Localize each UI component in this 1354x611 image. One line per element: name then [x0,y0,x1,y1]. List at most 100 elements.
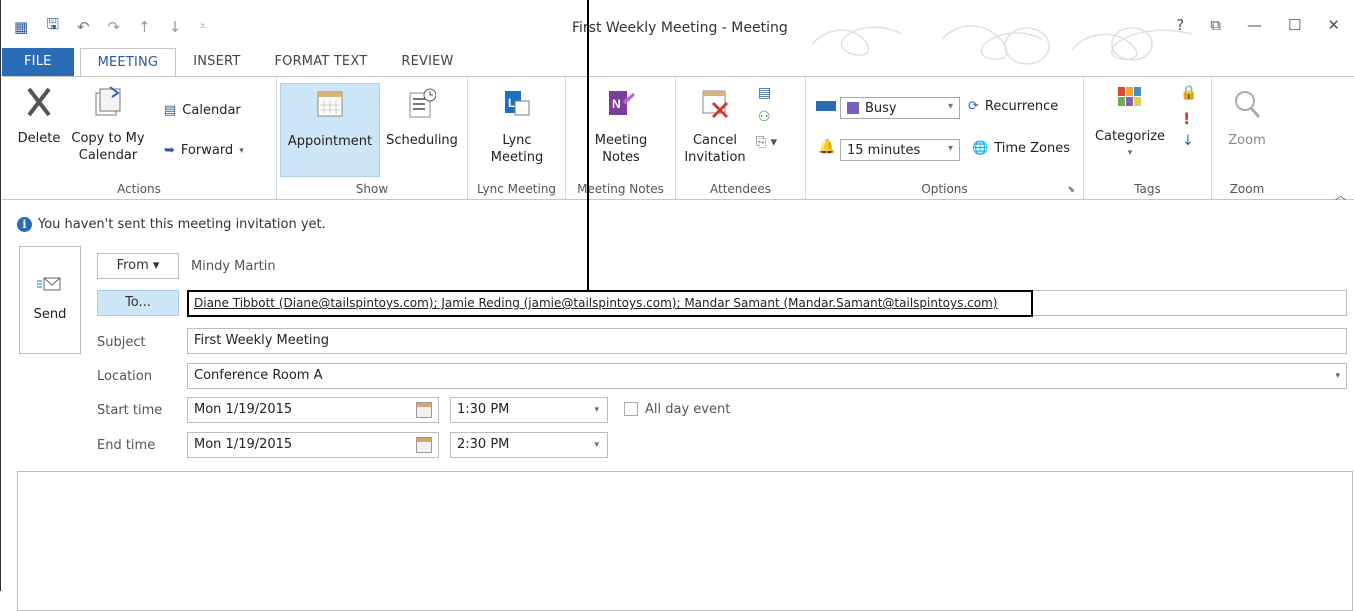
check-names-icon[interactable]: ⚇ [758,109,771,125]
low-importance-icon[interactable]: ↓ [1182,133,1194,149]
group-label-options: Options [921,182,968,196]
zoom-button[interactable]: Zoom [1218,87,1276,149]
delete-button[interactable]: Delete [14,85,64,147]
categorize-button[interactable]: Categorize ▾ [1090,83,1170,162]
info-icon: i [17,217,32,232]
info-bar: i You haven't sent this meeting invitati… [17,217,326,232]
subject-label: Subject [97,335,146,350]
group-label-notes: Meeting Notes [577,182,664,196]
group-label-lync: Lync Meeting [476,182,557,196]
tab-meeting[interactable]: MEETING [79,48,177,76]
undo-icon[interactable]: ↶ [77,18,90,36]
copy-to-calendar-button[interactable]: Copy to My Calendar [60,85,156,164]
response-options-icon[interactable]: ⎘ ▾ [756,135,777,150]
appointment-icon [317,91,343,117]
address-book-icon[interactable]: ▤ [758,85,771,101]
chevron-down-icon: ▾ [947,143,953,154]
delete-icon [27,87,51,117]
to-button[interactable]: To... [97,290,179,316]
save-icon[interactable]: 🖫 [46,14,59,39]
forward-button[interactable]: ➥ Forward ▾ [164,143,244,158]
ribbon-tabs: FILE MEETING INSERT FORMAT TEXT REVIEW [2,48,1354,76]
reminder-bell-icon: 🔔 [818,139,836,155]
tab-review[interactable]: REVIEW [384,48,470,76]
maximize-icon[interactable]: ☐ [1288,16,1301,34]
end-date-field[interactable]: Mon 1/19/2015 [187,432,439,458]
calendar-small-icon: ▤ [164,103,177,118]
close-icon[interactable]: ✕ [1327,16,1340,34]
high-importance-icon[interactable]: ! [1183,109,1190,128]
private-lock-icon[interactable]: 🔒 [1180,85,1197,101]
chevron-down-icon: ▾ [239,145,244,156]
group-show: Appointment Scheduling Show [277,77,468,199]
calendar-picker-icon[interactable] [416,437,432,453]
forward-icon: ➥ [164,143,175,158]
meeting-window: ▦ 🖫 ↶ ↷ ↑ ↓ ⩡ First Weekly Meeting - Mee… [0,0,1354,611]
show-as-icon [816,101,836,111]
group-tags: Categorize ▾ 🔒 ! ↓ Tags [1084,77,1212,199]
group-actions: Delete Copy to My Calendar ▤ Calendar ➥ … [2,77,277,199]
send-envelope-icon [37,277,61,291]
group-options: Busy ▾ 🔔 15 minutes ▾ ⟳ Recurrence 🌐 Tim… [806,77,1084,199]
highlight-box [187,290,1033,317]
copy-to-calendar-icon [95,86,121,116]
chevron-down-icon: ▾ [1127,148,1133,158]
reminder-dropdown[interactable]: 15 minutes ▾ [840,139,960,161]
meeting-notes-button[interactable]: N Meeting Notes [586,87,656,166]
magnifier-icon [1235,91,1261,118]
onenote-icon: N [609,91,635,115]
ribbon-display-icon[interactable]: ⧉ [1210,16,1221,34]
svg-text:L: L [508,96,515,110]
end-time-field[interactable]: 2:30 PM ▾ [450,432,608,458]
send-button[interactable]: Send [19,246,81,354]
from-button[interactable]: From ▾ [97,253,179,279]
info-text: You haven't sent this meeting invitation… [38,217,326,232]
all-day-label: All day event [645,402,731,417]
dialog-launcher-icon[interactable]: ⬊ [1067,185,1075,195]
group-label-actions: Actions [117,182,161,196]
minimize-icon[interactable]: — [1247,16,1262,34]
tab-file[interactable]: FILE [2,48,74,76]
window-controls: ? ⧉ — ☐ ✕ [1176,16,1340,34]
chevron-down-icon[interactable]: ▾ [594,398,599,422]
lync-icon: L [505,91,530,116]
message-body[interactable] [17,471,1353,611]
location-field[interactable]: Conference Room A ▾ [187,363,1347,389]
cancel-invitation-button[interactable]: Cancel Invitation [680,87,750,166]
group-meeting-notes: N Meeting Notes Meeting Notes [566,77,676,199]
busy-color-swatch [847,102,859,114]
group-label-tags: Tags [1134,182,1161,196]
calendar-button[interactable]: ▤ Calendar [164,103,241,118]
recurrence-icon: ⟳ [968,99,979,114]
location-label: Location [97,369,152,384]
show-as-dropdown[interactable]: Busy ▾ [840,97,960,119]
globe-icon: 🌐 [972,141,989,156]
lync-meeting-button[interactable]: L Lync Meeting [482,87,552,166]
previous-item-icon[interactable]: ↑ [138,18,151,36]
tab-insert[interactable]: INSERT [176,48,257,76]
time-zones-button[interactable]: 🌐 Time Zones [972,141,1070,156]
chevron-down-icon[interactable]: ▾ [594,433,599,457]
scheduling-icon [409,88,437,118]
help-icon[interactable]: ? [1176,16,1184,34]
customize-qat-icon[interactable]: ⩡ [199,19,206,34]
collapse-ribbon-icon[interactable]: ︿ [1335,187,1346,203]
group-attendees: Cancel Invitation ▤ ⚇ ⎘ ▾ Attendees [676,77,806,199]
chevron-down-icon[interactable]: ▾ [1335,364,1340,388]
all-day-checkbox[interactable] [624,402,638,416]
subject-field[interactable]: First Weekly Meeting [187,328,1347,354]
start-time-field[interactable]: 1:30 PM ▾ [450,397,608,423]
scheduling-button[interactable]: Scheduling [381,87,463,149]
group-label-attendees: Attendees [709,182,772,196]
group-zoom: Zoom Zoom [1212,77,1282,199]
recurrence-button[interactable]: ⟳ Recurrence [968,99,1058,114]
tab-format-text[interactable]: FORMAT TEXT [257,48,384,76]
window-title: First Weekly Meeting - Meeting [572,20,788,36]
calendar-picker-icon[interactable] [416,402,432,418]
redo-icon[interactable]: ↷ [108,18,121,36]
start-date-field[interactable]: Mon 1/19/2015 [187,397,439,423]
quick-access-toolbar: ▦ 🖫 ↶ ↷ ↑ ↓ ⩡ [14,14,206,39]
end-time-label: End time [97,438,156,453]
next-item-icon[interactable]: ↓ [169,18,182,36]
appointment-button[interactable]: Appointment [280,83,380,177]
